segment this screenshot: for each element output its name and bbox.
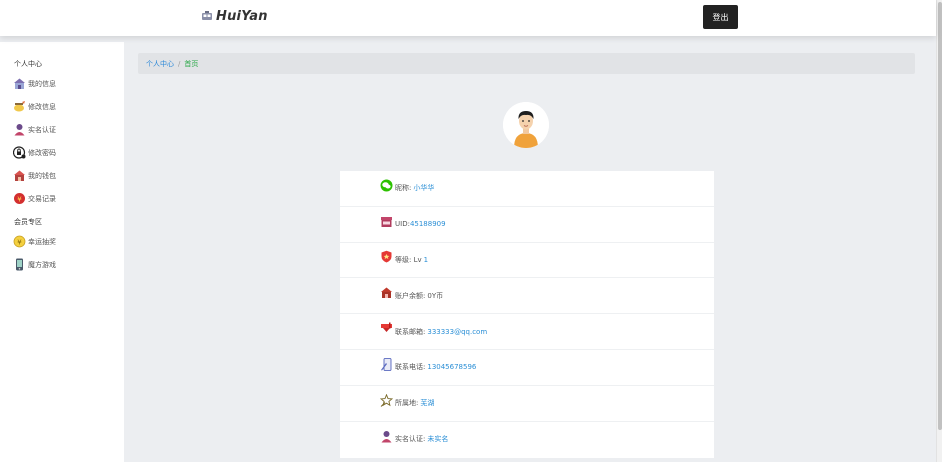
sidebar-item-label: 魔方游戏 [28, 260, 56, 269]
logo-icon [202, 11, 212, 20]
profile-row-balance: 账户余额: 0Y币 [340, 278, 714, 315]
shop-icon [381, 216, 392, 227]
avatar [503, 102, 549, 148]
profile-row-level: 等级: Lv 1 [340, 243, 714, 279]
row-label: 联系邮箱: [395, 327, 426, 336]
balance-value: 0Y币 [427, 291, 444, 300]
sidebar-item-cube-game[interactable]: 魔方游戏 [0, 253, 124, 276]
row-label: 联系电话: [395, 363, 426, 372]
profile-card: 昵称: 小华华 UID: 45188909 等级: Lv 1 账户余额: 0Y币 [340, 171, 714, 458]
location-value: 芜湖 [420, 399, 435, 408]
sidebar-item-label: 实名认证 [28, 125, 56, 134]
sidebar-item-real-name[interactable]: 实名认证 [0, 118, 124, 141]
uid-value: 45188909 [409, 220, 446, 229]
edit-pot-icon [14, 101, 25, 112]
wechat-icon [380, 179, 393, 192]
top-navbar: HuiYan 登出 [0, 0, 936, 36]
profile-row-location: 所属地: 芜湖 [340, 386, 714, 422]
level-value: 1 [423, 255, 429, 264]
scrollbar-thumb[interactable] [938, 2, 942, 430]
breadcrumb: 个人中心 / 首页 [138, 53, 915, 74]
sidebar-item-label: 幸运抽奖 [28, 237, 56, 246]
avatar-illustration [503, 102, 549, 148]
row-label: 所属地: [395, 399, 419, 408]
row-label: 等级: Lv [395, 255, 422, 264]
shield-icon [381, 251, 392, 263]
sidebar-item-label: 我的钱包 [28, 171, 56, 180]
logo-text: HuiYan [216, 8, 268, 24]
phone-value: 13045678596 [427, 363, 477, 372]
row-label: UID: [395, 220, 410, 229]
sidebar-item-lucky-draw[interactable]: ¥ 幸运抽奖 [0, 230, 124, 253]
row-label: 账户余额: [395, 291, 426, 300]
mail-icon [381, 322, 392, 333]
row-label: 实名认证: [395, 435, 426, 444]
row-label: 昵称: [395, 184, 412, 193]
sidebar-item-change-password[interactable]: 修改密码 [0, 141, 124, 164]
lucky-coin-icon: ¥ [13, 235, 26, 248]
svg-text:¥: ¥ [17, 238, 22, 246]
location-star-icon [380, 393, 393, 407]
profile-row-nickname: 昵称: 小华华 [340, 171, 714, 207]
wallet-house-icon [14, 170, 25, 181]
breadcrumb-current: 首页 [184, 59, 199, 68]
breadcrumb-separator: / [178, 59, 181, 68]
page-scrollbar[interactable] [936, 0, 942, 462]
house-icon [14, 78, 25, 89]
person-icon [14, 124, 25, 136]
profile-row-uid: UID: 45188909 [340, 207, 714, 243]
sidebar-item-label: 交易记录 [28, 194, 56, 203]
sidebar-item-my-wallet[interactable]: 我的钱包 [0, 164, 124, 187]
sidebar: 个人中心 我的信息 修改信息 实名认证 修改密码 我的钱包 ¥ 交易记录 会员专… [0, 42, 124, 462]
profile-row-phone: 联系电话: 13045678596 [340, 350, 714, 386]
logo[interactable]: HuiYan [201, 8, 268, 24]
sidebar-item-label: 我的信息 [28, 79, 56, 88]
profile-row-verification: 实名认证: 未实名 [340, 422, 714, 458]
phone-icon [16, 258, 23, 271]
phone-pen-icon [381, 357, 392, 371]
svg-text:¥: ¥ [17, 195, 22, 203]
sidebar-item-label: 修改密码 [28, 148, 56, 157]
yen-badge-icon: ¥ [14, 193, 25, 204]
breadcrumb-parent-link[interactable]: 个人中心 [146, 59, 174, 69]
profile-row-email: 联系邮箱: 333333@qq.com [340, 314, 714, 350]
sidebar-item-label: 修改信息 [28, 102, 56, 111]
sidebar-item-transactions[interactable]: ¥ 交易记录 [0, 187, 124, 210]
sidebar-section-personal: 个人中心 [14, 60, 42, 68]
sidebar-item-my-info[interactable]: 我的信息 [0, 72, 124, 95]
lock-icon [13, 146, 26, 159]
verification-value[interactable]: 未实名 [427, 434, 448, 444]
person-icon [381, 430, 392, 443]
logout-button[interactable]: 登出 [703, 5, 738, 29]
email-value[interactable]: 333333@qq.com [427, 328, 487, 336]
sidebar-item-edit-info[interactable]: 修改信息 [0, 95, 124, 118]
house-coin-icon [381, 287, 392, 299]
sidebar-section-member: 会员专区 [14, 218, 42, 226]
nickname-value: 小华华 [413, 184, 435, 193]
